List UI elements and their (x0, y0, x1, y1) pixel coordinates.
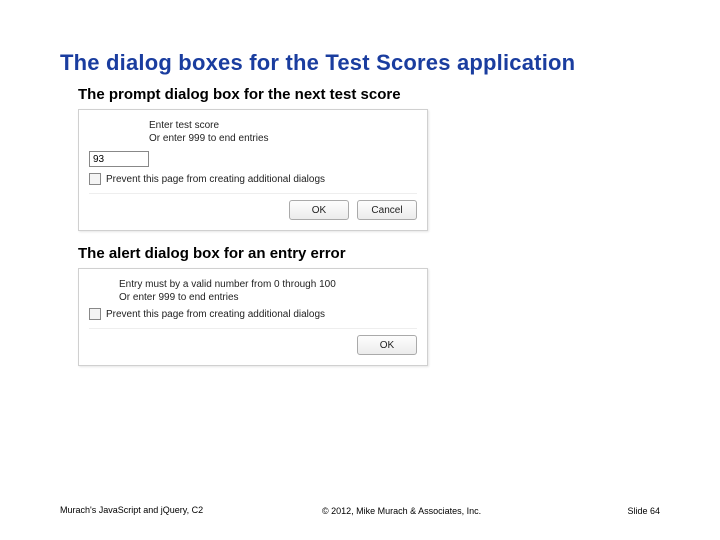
subhead-alert: The alert dialog box for an entry error (78, 245, 660, 262)
alert-line2: Or enter 999 to end entries (119, 292, 417, 305)
prompt-message: Enter test score Or enter 999 to end ent… (149, 120, 417, 145)
prompt-input[interactable] (89, 151, 149, 167)
alert-prevent-label: Prevent this page from creating addition… (106, 309, 325, 320)
prompt-dialog: Enter test score Or enter 999 to end ent… (78, 109, 428, 231)
alert-prevent-row: Prevent this page from creating addition… (89, 308, 417, 320)
cancel-button[interactable]: Cancel (357, 200, 417, 220)
prevent-row: Prevent this page from creating addition… (89, 173, 417, 185)
prompt-line2: Or enter 999 to end entries (149, 133, 417, 146)
checkbox-icon[interactable] (89, 173, 101, 185)
ok-button[interactable]: OK (289, 200, 349, 220)
alert-dialog: Entry must by a valid number from 0 thro… (78, 268, 428, 366)
footer-left: Murach's JavaScript and jQuery, C2 (60, 505, 203, 516)
prompt-line1: Enter test score (149, 120, 417, 133)
prevent-label: Prevent this page from creating addition… (106, 174, 325, 185)
footer-right: Slide 64 (600, 506, 660, 516)
alert-message: Entry must by a valid number from 0 thro… (119, 279, 417, 304)
footer: Murach's JavaScript and jQuery, C2 © 201… (60, 505, 660, 516)
prompt-button-row: OK Cancel (89, 193, 417, 220)
checkbox-icon[interactable] (89, 308, 101, 320)
alert-line1: Entry must by a valid number from 0 thro… (119, 279, 417, 292)
slide: The dialog boxes for the Test Scores app… (0, 0, 720, 540)
alert-button-row: OK (89, 328, 417, 355)
slide-title: The dialog boxes for the Test Scores app… (60, 50, 660, 76)
subhead-prompt: The prompt dialog box for the next test … (78, 86, 660, 103)
ok-button[interactable]: OK (357, 335, 417, 355)
footer-center: © 2012, Mike Murach & Associates, Inc. (203, 506, 600, 516)
